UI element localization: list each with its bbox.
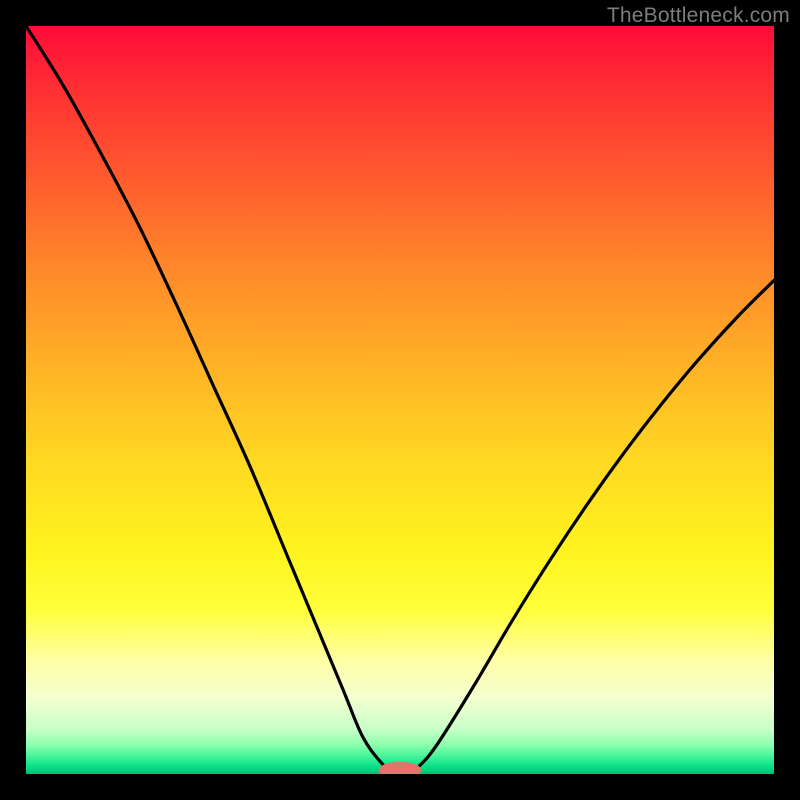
- watermark-text: TheBottleneck.com: [607, 4, 790, 28]
- chart-frame: TheBottleneck.com: [0, 0, 800, 800]
- plot-area: [26, 26, 774, 774]
- bottleneck-curve: [26, 26, 774, 774]
- minimum-marker: [379, 762, 422, 774]
- curve-layer: [26, 26, 774, 774]
